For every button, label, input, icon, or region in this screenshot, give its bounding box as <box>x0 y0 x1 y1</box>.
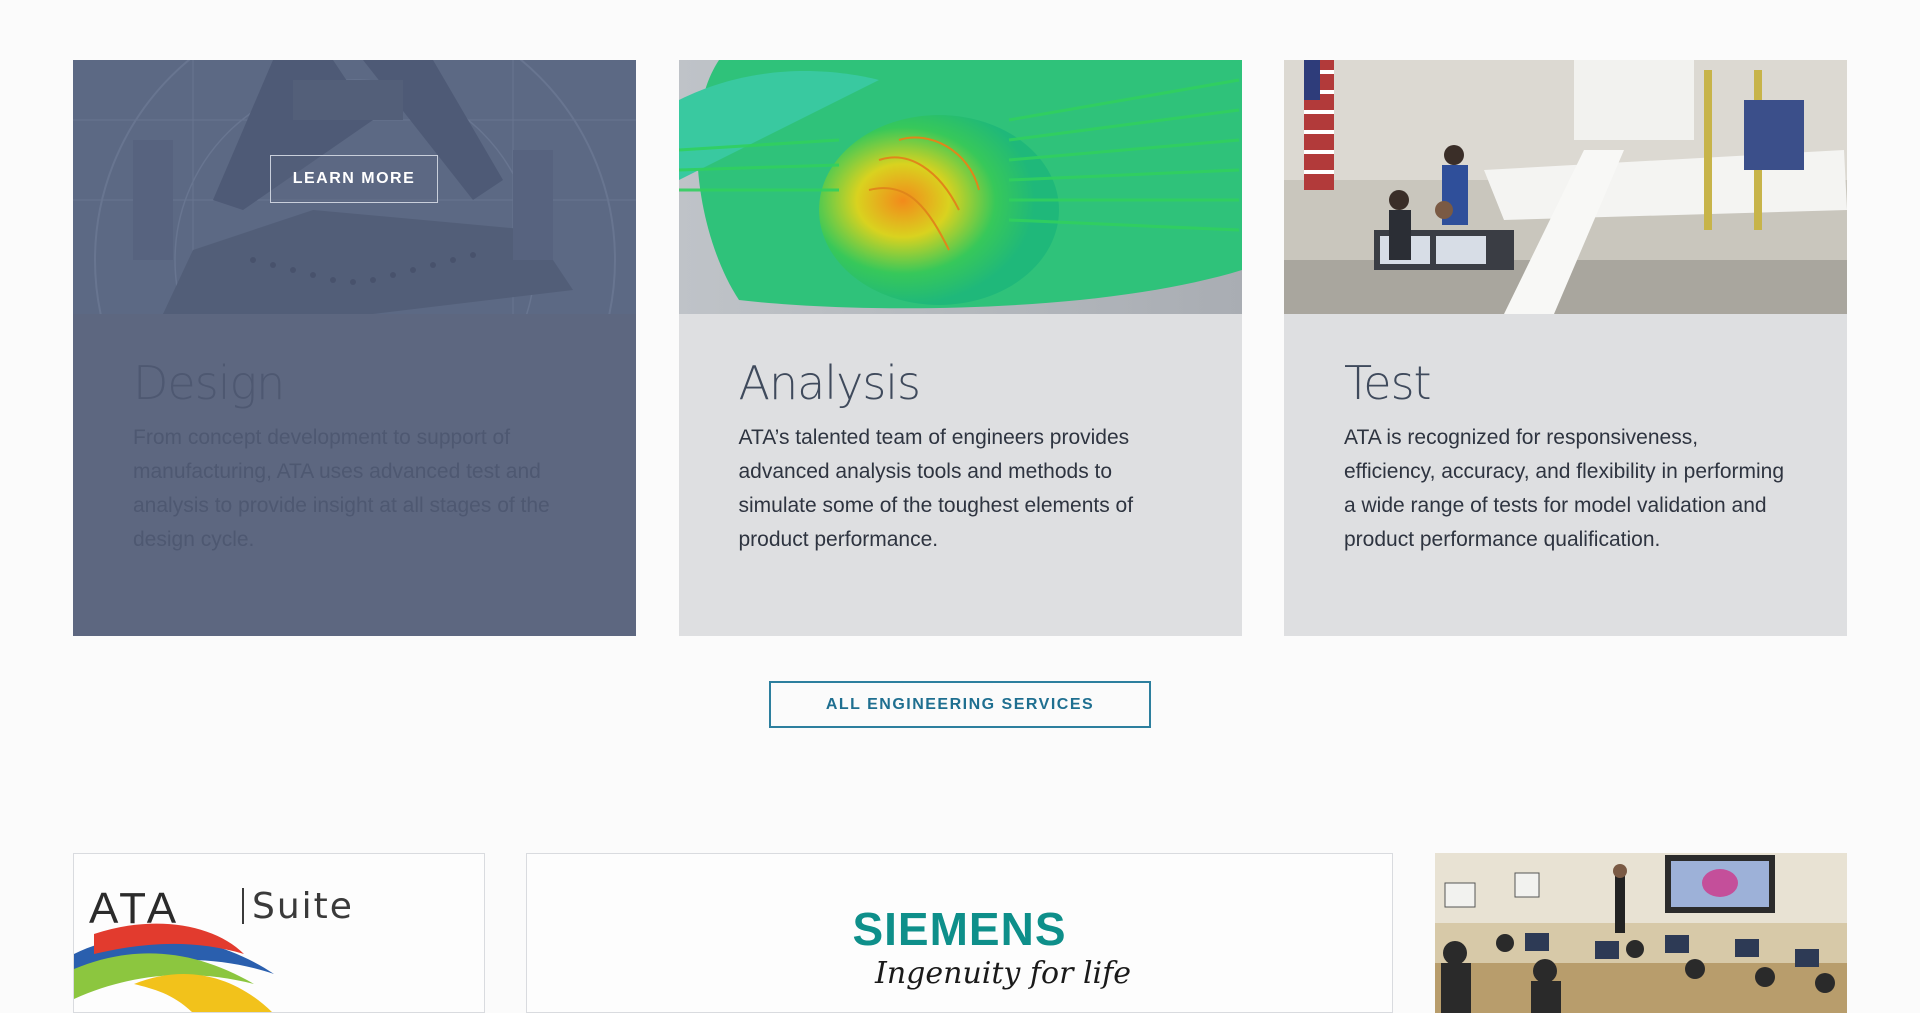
services-cards: LEARN MORE Design From concept developme… <box>73 60 1847 636</box>
service-card-design[interactable]: LEARN MORE Design From concept developme… <box>73 60 636 636</box>
siemens-tagline: Ingenuity for life <box>875 956 1131 991</box>
training-classroom-icon <box>1435 853 1847 1013</box>
card-title-design: Design <box>133 356 285 410</box>
test-card-body: Test ATA is recognized for responsivenes… <box>1284 314 1847 557</box>
ata-suite-tile[interactable]: ATA Suite <box>73 853 485 1013</box>
simulation-icon <box>678 60 1242 314</box>
card-text-test: ATA is recognized for responsiveness, ef… <box>1344 425 1785 551</box>
card-text-design: From concept development to support of m… <box>133 425 550 551</box>
partners-row: ATA Suite SIEMENS Ingenuity for life <box>73 853 1847 1013</box>
siemens-logo: SIEMENS <box>852 903 1067 955</box>
test-lab-icon <box>1284 60 1847 314</box>
card-title-analysis: Analysis <box>738 356 922 410</box>
design-card-body: Design From concept development to suppo… <box>73 314 636 557</box>
analysis-image <box>678 60 1242 314</box>
ata-logo-text: ATA <box>89 884 181 933</box>
learn-more-button[interactable]: LEARN MORE <box>270 155 438 203</box>
ata-suite-text: Suite <box>252 886 354 927</box>
design-image: LEARN MORE <box>73 60 636 314</box>
card-text-analysis: ATA’s talented team of engineers provide… <box>738 425 1134 551</box>
training-tile[interactable] <box>1435 853 1847 1013</box>
service-card-test[interactable]: Test ATA is recognized for responsivenes… <box>1284 60 1847 636</box>
all-engineering-services-button[interactable]: ALL ENGINEERING SERVICES <box>769 681 1151 728</box>
service-card-analysis[interactable]: Analysis ATA’s talented team of engineer… <box>678 60 1242 636</box>
card-title-test: Test <box>1344 356 1432 410</box>
siemens-tile[interactable]: SIEMENS Ingenuity for life <box>526 853 1393 1013</box>
analysis-card-body: Analysis ATA’s talented team of engineer… <box>679 314 1242 557</box>
test-image <box>1284 60 1847 314</box>
